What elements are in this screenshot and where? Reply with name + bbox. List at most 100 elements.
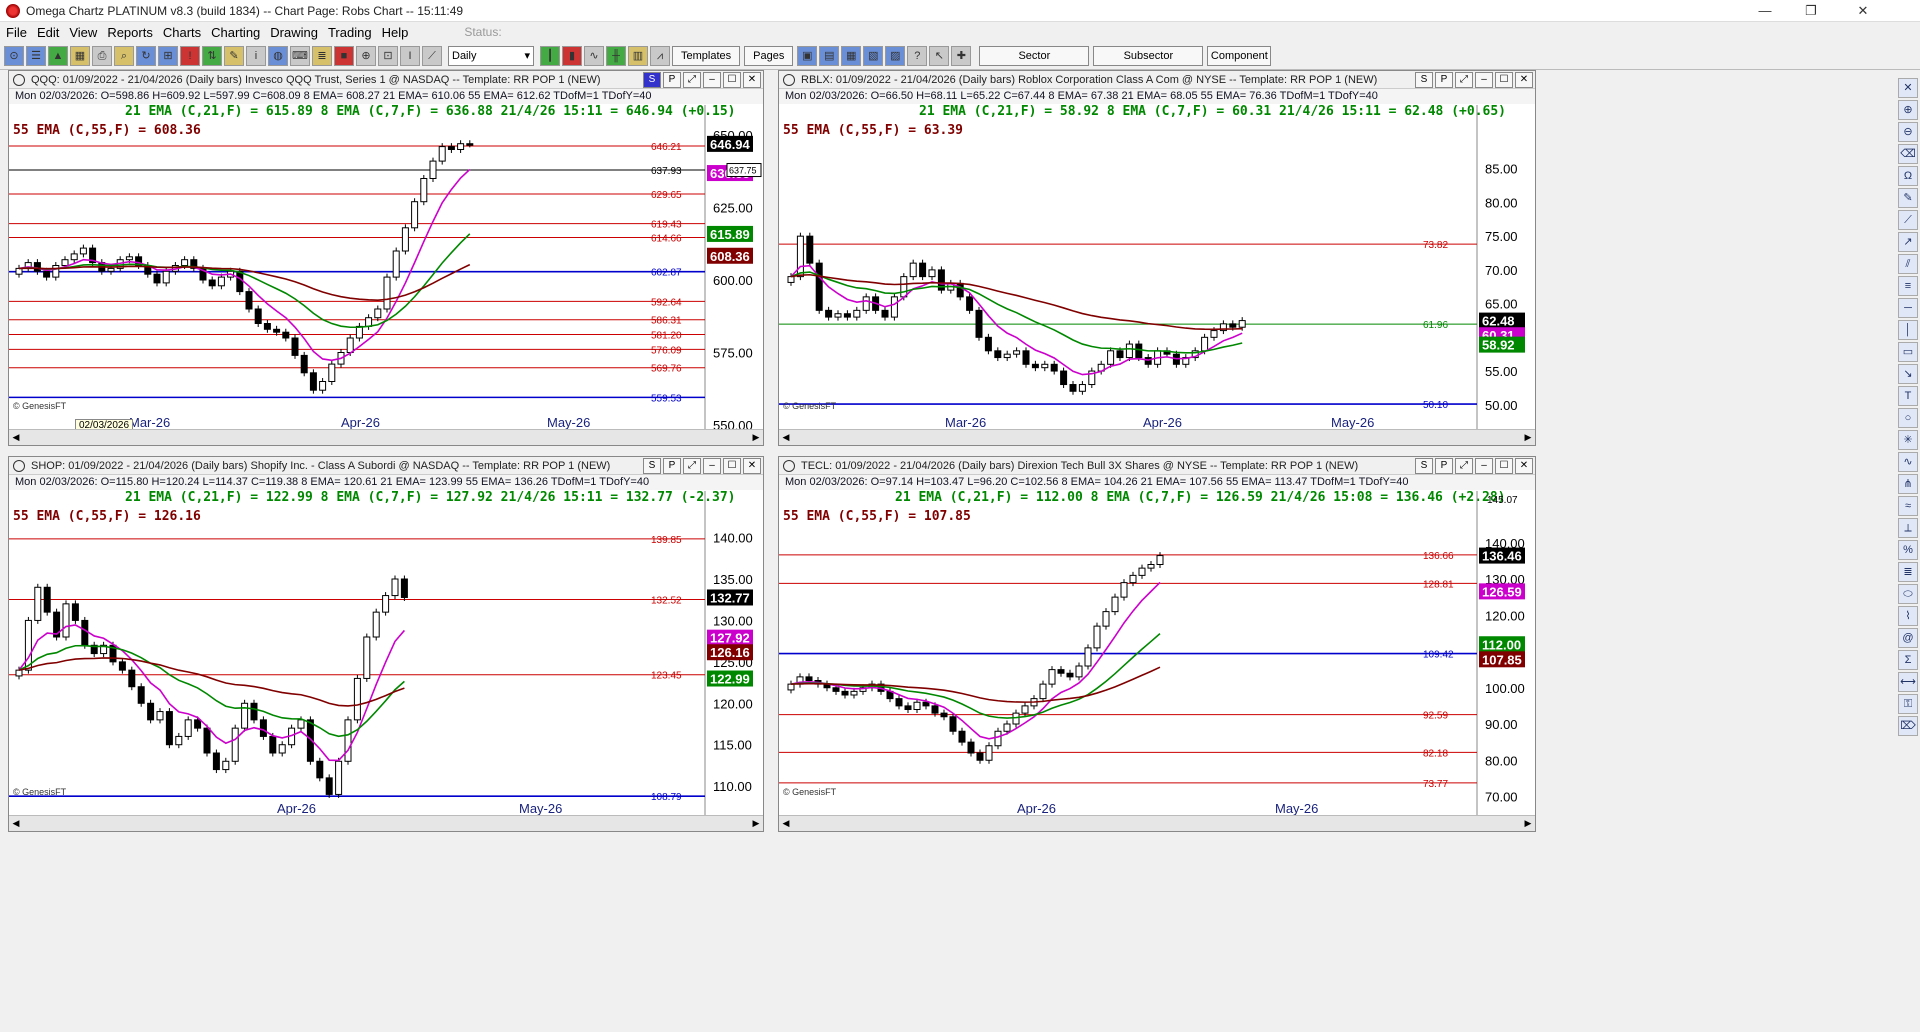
horizontal-scrollbar[interactable]: ◀ ▶ <box>779 429 1535 445</box>
scroll-left-icon[interactable]: ◀ <box>779 816 793 831</box>
pencil-icon[interactable]: ✎ <box>224 45 244 66</box>
p-button[interactable]: P <box>1435 72 1453 88</box>
maximize-chart-button[interactable]: ☐ <box>723 72 741 88</box>
scroll-left-icon[interactable]: ◀ <box>779 430 793 445</box>
minimize-chart-button[interactable]: – <box>703 72 721 88</box>
text-tool-icon[interactable]: T <box>1898 386 1918 406</box>
eraser-icon[interactable]: ⌫ <box>1898 144 1918 164</box>
list-icon[interactable]: ☰ <box>26 45 46 66</box>
speed-line-icon[interactable]: ⟂ <box>1898 518 1918 538</box>
ellipse-tool-icon[interactable]: ⬭ <box>1898 584 1918 604</box>
volume-icon[interactable]: ▥ <box>628 45 648 66</box>
circle-tool-icon[interactable]: ○ <box>1898 408 1918 428</box>
component-button[interactable]: Component <box>1207 45 1272 66</box>
print-icon[interactable]: ⎙ <box>92 45 112 66</box>
layout-2-icon[interactable]: ▤ <box>819 45 840 66</box>
layout-4-icon[interactable]: ▧ <box>863 45 884 66</box>
close-chart-button[interactable]: ✕ <box>1515 72 1533 88</box>
signal-icon[interactable]: ▲ <box>48 45 68 66</box>
fib-tool-icon[interactable]: ≡ <box>1898 276 1918 296</box>
layout-1-icon[interactable]: ▣ <box>797 45 818 66</box>
p-button[interactable]: P <box>1435 458 1453 474</box>
layout-3-icon[interactable]: ▦ <box>841 45 862 66</box>
stats-tool-icon[interactable]: Σ <box>1898 650 1918 670</box>
magnet-icon[interactable]: Ω <box>1898 166 1918 186</box>
restore-button[interactable]: ❐ <box>1788 0 1834 22</box>
horizontal-scrollbar[interactable]: ◀ ▶ <box>779 815 1535 831</box>
menu-drawing[interactable]: Drawing <box>270 25 318 40</box>
p-button[interactable]: P <box>663 72 681 88</box>
andrews-tool-icon[interactable]: ⋔ <box>1898 474 1918 494</box>
pages-button[interactable]: Pages <box>744 45 794 66</box>
spiral-tool-icon[interactable]: @ <box>1898 628 1918 648</box>
chart-panel-rblx[interactable]: RBLX: 01/09/2022 - 21/04/2026 (Daily bar… <box>778 70 1536 446</box>
sector-button[interactable]: Sector <box>979 45 1090 66</box>
info-icon[interactable]: i <box>246 45 266 66</box>
cycle-tool-icon[interactable]: ∿ <box>1898 452 1918 472</box>
bar-chart-icon[interactable]: ┃ <box>540 45 560 66</box>
scroll-right-icon[interactable]: ▶ <box>1521 430 1535 445</box>
menu-reports[interactable]: Reports <box>107 25 153 40</box>
refresh-icon[interactable]: ↻ <box>136 45 156 66</box>
menu-help[interactable]: Help <box>382 25 409 40</box>
crosshair-icon[interactable]: ✚ <box>951 45 972 66</box>
trade-icon[interactable]: ⇅ <box>202 45 222 66</box>
menu-charts[interactable]: Charts <box>163 25 201 40</box>
sidebar-close-icon[interactable]: ✕ <box>1898 78 1918 98</box>
wave-tool-icon[interactable]: ≈ <box>1898 496 1918 516</box>
measure-tool-icon[interactable]: ⟷ <box>1898 672 1918 692</box>
period-select[interactable]: Daily <box>448 45 534 66</box>
s-button[interactable]: S <box>643 458 661 474</box>
subsector-button[interactable]: Subsector <box>1093 45 1204 66</box>
menu-file[interactable]: File <box>6 25 27 40</box>
popout-button[interactable]: ⤢ <box>683 72 701 88</box>
minimize-chart-button[interactable]: – <box>1475 458 1493 474</box>
minimize-chart-button[interactable]: – <box>703 458 721 474</box>
delete-tool-icon[interactable]: ⌦ <box>1898 716 1918 736</box>
pen-icon[interactable]: ✎ <box>1898 188 1918 208</box>
chart-panel-tecl[interactable]: TECL: 01/09/2022 - 21/04/2026 (Daily bar… <box>778 456 1536 832</box>
fit-icon[interactable]: ⊡ <box>378 45 398 66</box>
search-icon[interactable]: ⌕ <box>114 45 134 66</box>
price-plot[interactable]: 50.0055.0060.0065.0070.0075.0080.0085.00… <box>779 105 1535 431</box>
templates-button[interactable]: Templates <box>672 45 741 66</box>
scroll-right-icon[interactable]: ▶ <box>749 430 763 445</box>
help-icon[interactable]: ? <box>907 45 928 66</box>
scroll-left-icon[interactable]: ◀ <box>9 430 23 445</box>
minimize-chart-button[interactable]: – <box>1475 72 1493 88</box>
p-button[interactable]: P <box>663 458 681 474</box>
horizontal-scrollbar[interactable]: ◀ ▶ <box>9 429 763 445</box>
zoom-icon[interactable]: ⊕ <box>356 45 376 66</box>
horizontal-line-icon[interactable]: ─ <box>1898 298 1918 318</box>
portfolio-icon[interactable]: ▦ <box>70 45 90 66</box>
rectangle-tool-icon[interactable]: ▭ <box>1898 342 1918 362</box>
stop-icon[interactable]: ■ <box>334 45 354 66</box>
popout-button[interactable]: ⤢ <box>1455 458 1473 474</box>
s-button[interactable]: S <box>1415 72 1433 88</box>
maximize-chart-button[interactable]: ☐ <box>723 458 741 474</box>
menu-edit[interactable]: Edit <box>37 25 59 40</box>
price-plot[interactable]: 550.00575.00600.00625.00650.00646.21637.… <box>9 105 763 431</box>
menu-charting[interactable]: Charting <box>211 25 260 40</box>
maximize-chart-button[interactable]: ☐ <box>1495 72 1513 88</box>
popout-button[interactable]: ⤢ <box>683 458 701 474</box>
scroll-left-icon[interactable]: ◀ <box>9 816 23 831</box>
scroll-right-icon[interactable]: ▶ <box>1521 816 1535 831</box>
indicator-icon[interactable]: ⩘ <box>650 45 670 66</box>
chart-panel-qqq[interactable]: QQQ: 01/09/2022 - 21/04/2026 (Daily bars… <box>8 70 764 446</box>
level-tool-icon[interactable]: ≣ <box>1898 562 1918 582</box>
keyboard-icon[interactable]: ⌨ <box>290 45 310 66</box>
menu-view[interactable]: View <box>69 25 97 40</box>
channel-tool-icon[interactable]: ⫽ <box>1898 254 1918 274</box>
zoom-in-icon[interactable]: ⊕ <box>1898 100 1918 120</box>
scan-icon[interactable]: ⊞ <box>158 45 178 66</box>
arrow-tool-icon[interactable]: ↘ <box>1898 364 1918 384</box>
gann-tool-icon[interactable]: ✳ <box>1898 430 1918 450</box>
lock-tool-icon[interactable]: ⚿ <box>1898 694 1918 714</box>
ohlc-icon[interactable]: ╫ <box>606 45 626 66</box>
horizontal-scrollbar[interactable]: ◀ ▶ <box>9 815 763 831</box>
zoom-out-icon[interactable]: ⊖ <box>1898 122 1918 142</box>
maximize-chart-button[interactable]: ☐ <box>1495 458 1513 474</box>
close-chart-button[interactable]: ✕ <box>1515 458 1533 474</box>
news-icon[interactable]: ≣ <box>312 45 332 66</box>
